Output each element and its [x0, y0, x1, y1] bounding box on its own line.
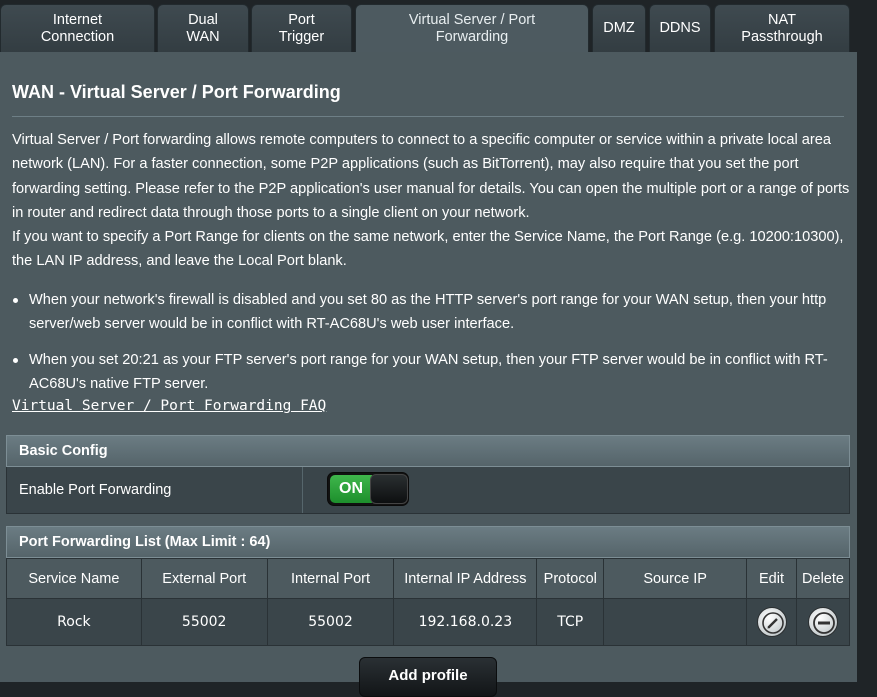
enable-port-forwarding-row: Enable Port Forwarding ON	[6, 467, 850, 514]
external-port-cell: 55002	[140, 598, 268, 646]
add-profile-button[interactable]: Add profile	[359, 657, 497, 697]
table-row: Rock 55002 55002 192.168.0.23 TCP	[6, 598, 851, 646]
tab-dual-wan[interactable]: Dual WAN	[157, 4, 249, 52]
delete-cell	[795, 598, 851, 646]
delete-button[interactable]	[807, 607, 838, 637]
tab-ddns[interactable]: DDNS	[649, 4, 711, 52]
column-header-source-ip: Source IP	[603, 558, 748, 599]
tab-bar: Internet Connection Dual WAN Port Trigger V…	[0, 0, 877, 52]
column-header-service-name: Service Name	[6, 558, 142, 599]
description: Virtual Server / Port forwarding allows …	[12, 128, 850, 274]
basic-config-header: Basic Config	[6, 435, 850, 467]
internal-ip-cell: 192.168.0.23	[393, 598, 538, 646]
tab-label: DDNS	[659, 20, 701, 36]
internal-port-cell: 55002	[266, 598, 395, 646]
edit-button[interactable]	[756, 607, 787, 637]
minus-circle-icon	[813, 612, 835, 634]
service-name-cell: Rock	[6, 598, 142, 646]
tab-label: Virtual Server / Port	[408, 11, 536, 28]
tab-virtual-server[interactable]: Virtual Server / Port Forwarding	[355, 4, 589, 52]
tab-label: Passthrough	[741, 28, 823, 45]
toggle-on-label: ON	[330, 475, 372, 503]
list-item: When you set 20:21 as your FTP server's …	[12, 348, 848, 397]
tab-internet-connection[interactable]: Internet Connection	[0, 4, 155, 52]
column-header-delete: Delete	[795, 558, 851, 599]
description-paragraph: Virtual Server / Port forwarding allows …	[12, 132, 850, 221]
column-header-internal-port: Internal Port	[266, 558, 395, 599]
tab-dmz[interactable]: DMZ	[592, 4, 646, 52]
port-forwarding-table: Service Name External Port Internal Port…	[6, 558, 851, 646]
tab-label: DMZ	[603, 20, 635, 36]
edit-cell	[746, 598, 797, 646]
pencil-icon	[761, 612, 784, 634]
tab-label: Internet	[52, 11, 103, 28]
column-header-external-port: External Port	[140, 558, 268, 599]
tab-label: Trigger	[278, 28, 325, 45]
description-paragraph: If you want to specify a Port Range for …	[12, 229, 844, 270]
tab-label: Port	[288, 11, 315, 28]
faq-link[interactable]: Virtual Server / Port Forwarding FAQ	[12, 398, 326, 414]
tab-label: NAT	[768, 11, 796, 28]
table-header-row: Service Name External Port Internal Port…	[6, 558, 851, 599]
tab-nat-passthrough[interactable]: NAT Passthrough	[714, 4, 850, 52]
protocol-cell: TCP	[536, 598, 605, 646]
bullet-icon	[13, 298, 18, 303]
title-divider	[12, 116, 844, 117]
column-header-internal-ip: Internal IP Address	[393, 558, 538, 599]
tab-port-trigger[interactable]: Port Trigger	[251, 4, 352, 52]
source-ip-cell	[603, 598, 748, 646]
port-forwarding-list-header: Port Forwarding List (Max Limit : 64)	[6, 526, 850, 558]
list-item: When your network's firewall is disabled…	[12, 288, 848, 337]
page-title: WAN - Virtual Server / Port Forwarding	[12, 82, 341, 102]
note-text: When you set 20:21 as your FTP server's …	[29, 351, 828, 392]
tab-label: Forwarding	[435, 28, 509, 45]
tab-label: Connection	[40, 28, 115, 45]
note-text: When your network's firewall is disabled…	[29, 292, 827, 333]
notes-list: When your network's firewall is disabled…	[12, 288, 848, 407]
toggle-knob	[370, 474, 408, 504]
bullet-icon	[13, 357, 18, 363]
column-header-protocol: Protocol	[536, 558, 605, 599]
tab-label: Dual	[188, 11, 218, 28]
tab-label: WAN	[186, 28, 220, 45]
enable-port-forwarding-label: Enable Port Forwarding	[7, 467, 303, 513]
column-header-edit: Edit	[746, 558, 797, 599]
port-forwarding-toggle[interactable]: ON	[327, 472, 409, 506]
